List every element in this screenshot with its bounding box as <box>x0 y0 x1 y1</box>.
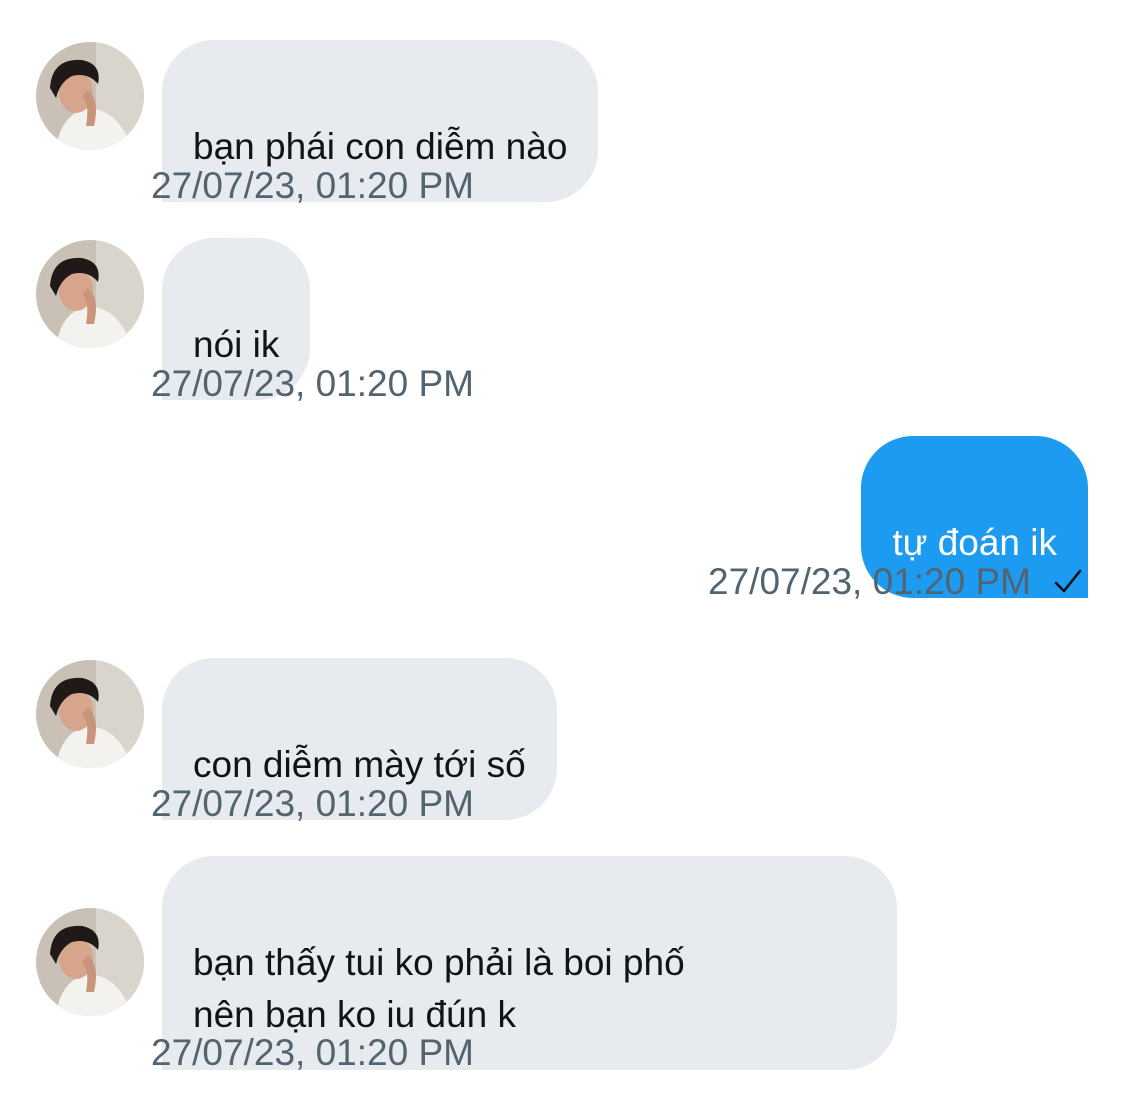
message-text: tự đoán ik <box>892 522 1057 563</box>
message-timestamp: 27/07/23, 01:20 PM <box>151 363 474 404</box>
avatar-photo-icon <box>36 660 144 768</box>
avatar-photo-icon <box>36 240 144 348</box>
avatar-photo-icon <box>36 42 144 150</box>
avatar-photo-icon <box>36 908 144 1016</box>
message-timestamp: 27/07/23, 01:20 PM <box>151 165 474 206</box>
message-text: nói ik <box>193 324 280 365</box>
outgoing-message-meta: 27/07/23, 01:20 PM <box>708 561 1085 603</box>
message-timestamp: 27/07/23, 01:20 PM <box>151 783 474 824</box>
message-timestamp: 27/07/23, 01:20 PM <box>708 561 1031 602</box>
sender-avatar[interactable] <box>36 908 144 1016</box>
message-text: bạn thấy tui ko phải là boi phố nên bạn … <box>193 942 685 1035</box>
sender-avatar[interactable] <box>36 42 144 150</box>
message-text: con diễm mày tới số <box>193 744 526 785</box>
sender-avatar[interactable] <box>36 240 144 348</box>
checkmark-icon <box>1054 569 1082 593</box>
sender-avatar[interactable] <box>36 660 144 768</box>
message-text: bạn phái con diễm nào <box>193 126 568 167</box>
message-timestamp: 27/07/23, 01:20 PM <box>151 1032 474 1073</box>
